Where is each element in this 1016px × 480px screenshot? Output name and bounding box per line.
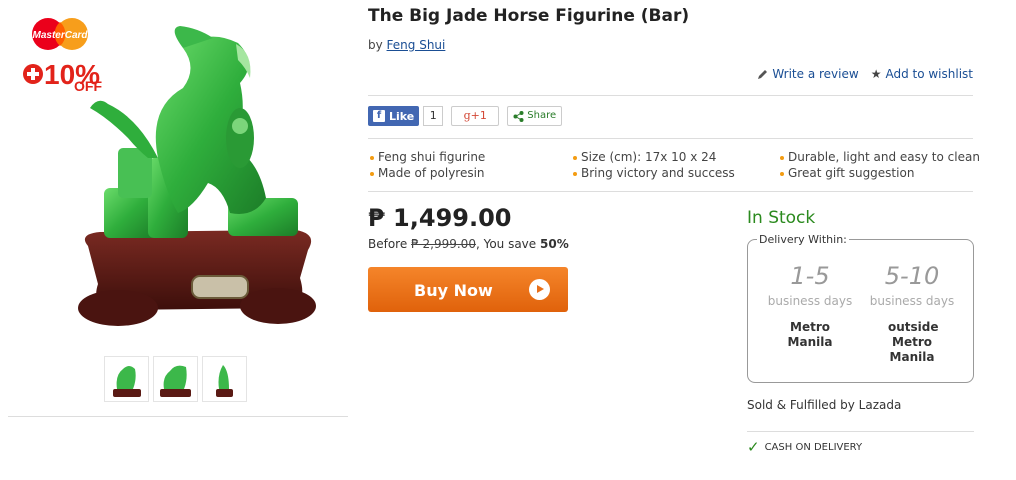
save-label: , You save — [475, 237, 537, 251]
divider — [368, 138, 973, 139]
add-wishlist-link[interactable]: ★ Add to wishlist — [871, 67, 973, 81]
promo-off: OFF — [74, 78, 102, 94]
share-label: Share — [527, 110, 557, 121]
facebook-like-group: f Like 1 — [368, 106, 444, 126]
divider — [747, 431, 974, 432]
delivery-unit: business days — [767, 294, 853, 308]
delivery-box: Delivery Within: 1-5 business days Metro… — [747, 233, 974, 383]
delivery-location: outside Metro Manila — [888, 320, 939, 364]
add-wishlist-label: Add to wishlist — [885, 67, 973, 81]
thumbnail-3[interactable] — [202, 356, 247, 402]
write-review-label: Write a review — [772, 67, 859, 81]
thumbnail-strip — [104, 356, 247, 402]
before-label: Before — [368, 237, 408, 251]
share-button[interactable]: Share — [507, 106, 563, 126]
delivery-range: 1-5 — [790, 262, 830, 290]
share-icon — [513, 110, 524, 122]
buy-now-label: Buy Now — [414, 281, 493, 300]
mastercard-promo-badge: MasterCard 10% OFF — [16, 14, 106, 94]
mastercard-logo-icon: MasterCard 10% OFF — [23, 18, 102, 94]
thumbnail-2[interactable] — [153, 356, 198, 402]
buy-now-button[interactable]: Buy Now — [368, 267, 568, 312]
divider — [368, 95, 973, 96]
feature-item: Feng shui figurine — [368, 150, 571, 164]
feature-item: Bring victory and success — [571, 166, 778, 180]
feature-list: Feng shui figurine Size (cm): 17x 10 x 2… — [368, 150, 980, 180]
star-icon: ★ — [870, 67, 882, 81]
feature-item: Durable, light and easy to clean — [778, 150, 980, 164]
stock-status: In Stock — [747, 208, 816, 228]
old-price: ₱ 2,999.00 — [411, 237, 476, 251]
delivery-option-outside: 5-10 business days outside Metro Manila — [862, 262, 962, 365]
brand-link[interactable]: Feng Shui — [387, 38, 446, 52]
current-price: ₱ 1,499.00 — [368, 204, 512, 232]
like-label: Like — [389, 109, 415, 123]
save-percent: 50% — [540, 237, 569, 251]
divider — [368, 191, 973, 192]
delivery-location: Metro Manila — [787, 320, 833, 349]
product-byline: by Feng Shui — [368, 38, 445, 52]
feature-item: Made of polyresin — [368, 166, 571, 180]
by-label: by — [368, 38, 383, 52]
sold-by: Sold & Fulfilled by Lazada — [747, 398, 902, 412]
mastercard-text: MasterCard — [32, 30, 88, 41]
like-count: 1 — [423, 106, 444, 126]
cash-on-delivery: ✓ CASH ON DELIVERY — [747, 438, 862, 456]
product-title: The Big Jade Horse Figurine (Bar) — [368, 6, 690, 26]
google-plus-icon: g — [463, 109, 471, 122]
social-buttons: f Like 1 g+1 Share — [368, 106, 563, 126]
pencil-icon — [758, 69, 768, 79]
write-review-link[interactable]: Write a review — [757, 67, 859, 81]
facebook-like-button[interactable]: f Like — [368, 106, 420, 126]
thumbnail-1[interactable] — [104, 356, 149, 402]
feature-item: Great gift suggestion — [778, 166, 978, 180]
cod-label: CASH ON DELIVERY — [764, 441, 863, 453]
product-actions: Write a review ★ Add to wishlist — [757, 67, 973, 81]
delivery-unit: business days — [869, 294, 955, 308]
facebook-icon: f — [373, 110, 385, 122]
google-plus-button[interactable]: g+1 — [451, 106, 500, 126]
play-arrow-icon — [529, 279, 550, 300]
product-gallery: MasterCard 10% OFF — [8, 0, 348, 417]
delivery-legend: Delivery Within: — [757, 233, 849, 246]
feature-item: Size (cm): 17x 10 x 24 — [571, 150, 778, 164]
gplus-label: +1 — [470, 109, 487, 122]
delivery-range: 5-10 — [884, 262, 940, 290]
delivery-option-metro: 1-5 business days Metro Manila — [760, 262, 860, 350]
checkmark-icon: ✓ — [747, 438, 760, 456]
price-comparison: Before ₱ 2,999.00, You save 50% — [368, 237, 569, 251]
